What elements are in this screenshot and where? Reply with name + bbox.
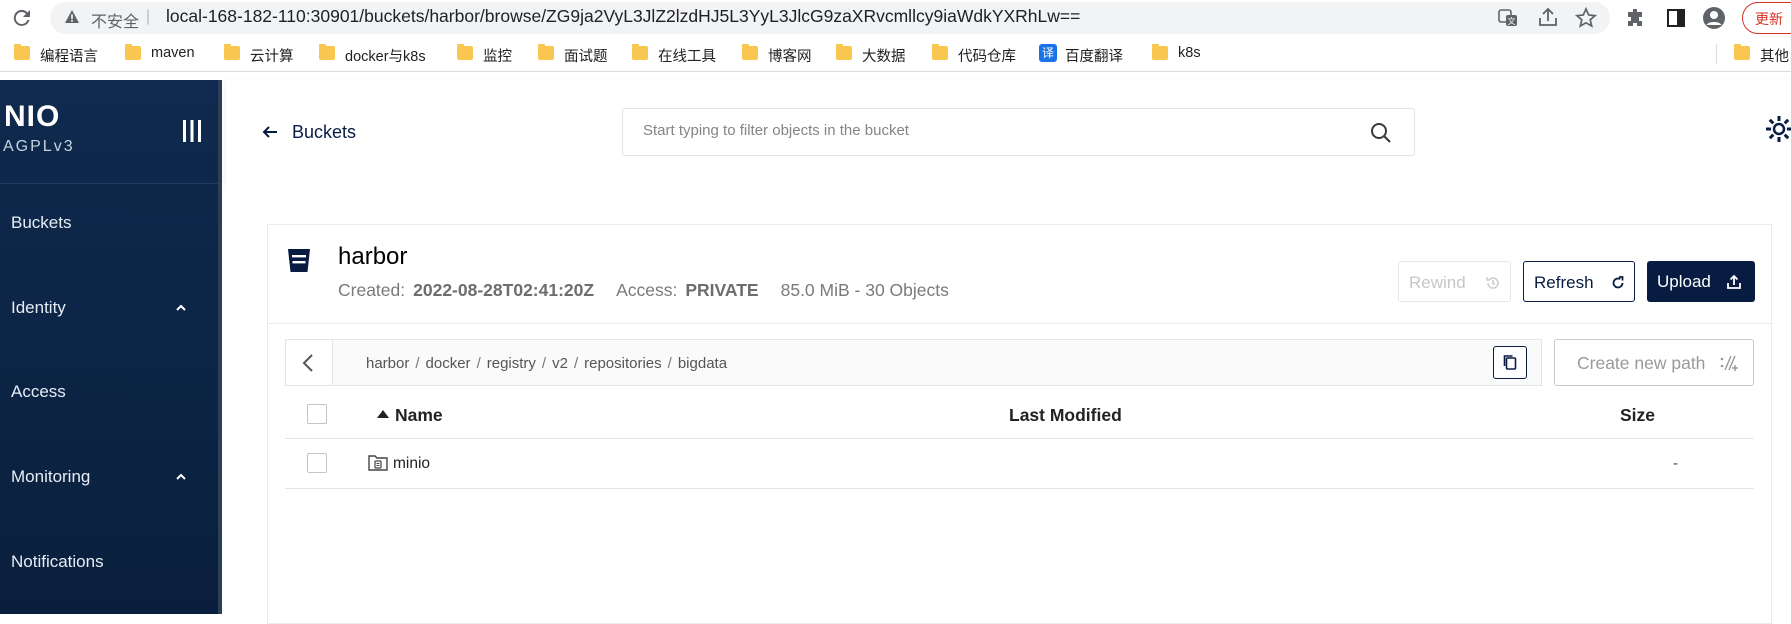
sidebar-divider <box>0 183 218 184</box>
folder-icon <box>457 44 473 60</box>
copy-icon <box>1503 355 1517 370</box>
bookmarks-divider <box>1716 44 1717 64</box>
page-header: Buckets <box>226 80 1791 184</box>
table-header: Name Last Modified Size <box>285 389 1754 439</box>
panel-divider <box>268 323 1773 324</box>
reload-icon[interactable] <box>10 6 34 30</box>
breadcrumb-item[interactable]: v2 <box>552 355 568 372</box>
object-size: - <box>1673 455 1678 472</box>
refresh-button[interactable]: Refresh <box>1523 261 1635 302</box>
new-path-icon <box>1720 355 1738 371</box>
sidepanel-icon[interactable] <box>1664 6 1688 30</box>
history-icon <box>1486 277 1499 289</box>
browser-address-bar: 不安全 | local-168-182-110:30901/buckets/ha… <box>0 0 1791 36</box>
warning-icon[interactable] <box>64 9 80 25</box>
breadcrumb-back-button[interactable] <box>286 340 333 385</box>
star-icon[interactable] <box>1574 6 1598 30</box>
folder-icon <box>14 44 30 60</box>
create-new-path-button[interactable]: Create new path <box>1554 339 1754 386</box>
chevron-up-icon[interactable] <box>175 471 187 483</box>
insecure-label[interactable]: 不安全 <box>91 8 139 32</box>
breadcrumb-item[interactable]: harbor <box>366 355 409 372</box>
column-header-size[interactable]: Size <box>1620 405 1655 426</box>
translate-badge-icon: 译 <box>1039 44 1057 62</box>
chevron-left-icon <box>302 354 313 372</box>
license-label: AGPLv3 <box>3 138 75 155</box>
breadcrumb: harbor / docker / registry / v2/repositories / b… <box>366 355 728 372</box>
created-value: 2022-08-28T02:41:20Z <box>413 280 595 300</box>
column-header-name[interactable]: Name <box>395 405 443 426</box>
rewind-button[interactable]: Rewind <box>1398 261 1511 302</box>
sidebar-item-access[interactable]: Access <box>11 382 66 402</box>
sidebar: NIO AGPLv3 Buckets Identity Access Monit… <box>0 80 222 614</box>
access-value: PRIVATE <box>685 280 759 300</box>
folder-icon <box>538 44 554 60</box>
bucket-panel: harbor Created: 2022-08-28T02:41:20Z Acces… <box>267 224 1773 624</box>
select-all-checkbox[interactable] <box>307 404 327 424</box>
bucket-metadata: Created: 2022-08-28T02:41:20Z Access: PRIVA… <box>338 280 949 301</box>
search-input[interactable] <box>643 122 1343 139</box>
gear-icon[interactable] <box>1764 114 1791 144</box>
created-label: Created: <box>338 280 406 300</box>
folder-icon <box>1734 44 1750 60</box>
sidebar-item-notifications[interactable]: Notifications <box>11 552 104 572</box>
sort-ascending-icon[interactable] <box>377 410 389 418</box>
search-icon[interactable] <box>1370 122 1392 144</box>
row-checkbox[interactable] <box>307 453 327 473</box>
bucket-usage: 85.0 MiB - 30 Objects <box>780 280 949 300</box>
bucket-name: harbor <box>338 243 408 270</box>
bucket-icon <box>288 249 310 272</box>
translate-icon[interactable]: 文 <box>1496 6 1520 30</box>
logo[interactable]: NIO <box>4 100 60 134</box>
breadcrumb-item[interactable]: registry <box>487 355 536 372</box>
breadcrumb-item[interactable]: repositories <box>584 355 662 372</box>
table-row[interactable]: minio - <box>285 439 1754 489</box>
update-button[interactable]: 更新 <box>1742 2 1791 34</box>
folder-icon <box>319 44 335 60</box>
refresh-icon <box>1612 276 1624 289</box>
access-label: Access: <box>616 280 678 300</box>
breadcrumb-item[interactable]: docker <box>426 355 471 372</box>
folder-icon <box>632 44 648 60</box>
menu-toggle-icon[interactable] <box>181 119 203 143</box>
folder-icon <box>125 44 141 60</box>
folder-icon <box>1152 44 1168 60</box>
profile-avatar-icon[interactable] <box>1702 6 1726 30</box>
sidebar-item-identity[interactable]: Identity <box>11 298 66 318</box>
chevron-up-icon[interactable] <box>175 302 187 314</box>
extensions-icon[interactable] <box>1624 6 1648 30</box>
copy-path-button[interactable] <box>1493 346 1527 379</box>
folder-icon <box>932 44 948 60</box>
folder-icon <box>224 44 240 60</box>
breadcrumb-bar: harbor / docker / registry / v2/repositories / b… <box>285 339 1542 386</box>
sidebar-item-monitoring[interactable]: Monitoring <box>11 467 90 487</box>
folder-icon <box>742 44 758 60</box>
folder-icon <box>836 44 852 60</box>
bookmarks-bar: 编程语言 maven 云计算 docker与k8s 监控 面试题 在线工具 博客… <box>0 36 1791 72</box>
breadcrumb-item-current: bigdata <box>677 355 728 372</box>
column-header-last-modified[interactable]: Last Modified <box>1009 405 1122 426</box>
upload-button[interactable]: Upload <box>1647 261 1755 302</box>
url-divider: | <box>146 8 151 25</box>
object-filter-search <box>622 108 1415 156</box>
arrow-left-icon <box>262 126 277 138</box>
folder-icon <box>368 455 388 471</box>
object-name[interactable]: minio <box>393 455 430 473</box>
url-text[interactable]: local-168-182-110:30901/buckets/harbor/b… <box>166 6 1080 27</box>
share-icon[interactable] <box>1536 6 1560 30</box>
upload-icon <box>1727 274 1741 289</box>
sidebar-item-buckets[interactable]: Buckets <box>11 213 71 233</box>
svg-text:文: 文 <box>1508 16 1516 26</box>
